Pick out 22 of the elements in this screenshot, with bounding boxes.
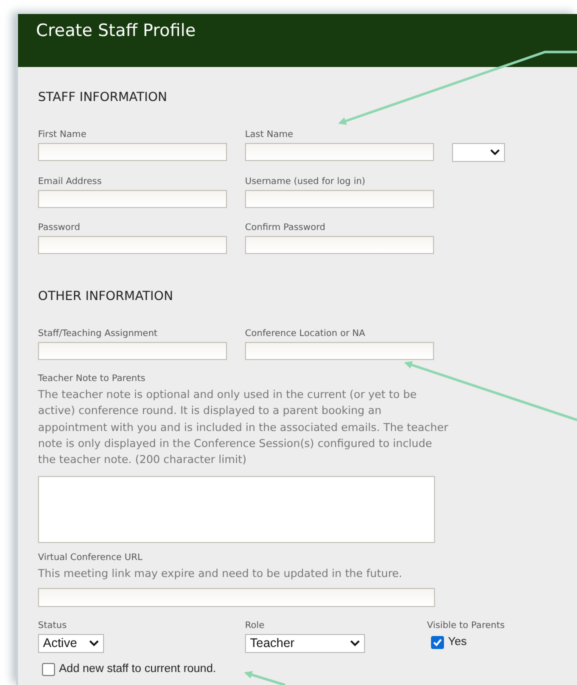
status-select[interactable]: Active xyxy=(38,634,104,653)
field-label: Visible to Parents xyxy=(427,620,505,632)
section-heading: STAFF INFORMATION xyxy=(38,89,168,104)
field-label: Email Address xyxy=(38,177,102,188)
field-label: Virtual Conference URL xyxy=(38,553,142,564)
checkbox-label: Add new staff to current round. xyxy=(59,662,216,677)
field-label: Staff/Teaching Assignment xyxy=(38,329,158,340)
field-label: Username (used for log in) xyxy=(245,177,366,188)
checkbox-label: Yes xyxy=(448,634,467,650)
field-label: Status xyxy=(38,620,67,632)
field-label: Last Name xyxy=(245,130,294,141)
section-heading: OTHER INFORMATION xyxy=(38,288,174,303)
page-title: Create Staff Profile xyxy=(36,21,196,41)
field-label: Role xyxy=(245,620,264,632)
help-text: This meeting link may expire and need to be updated in the future. xyxy=(38,566,404,582)
field-label: Conference Location or NA xyxy=(245,329,366,340)
role-select[interactable]: Teacher xyxy=(245,634,365,653)
field-label: Confirm Password xyxy=(245,223,326,234)
field-label: Teacher Note to Parents xyxy=(38,374,146,385)
help-text: The teacher note is optional and only used in the current (or yet to be active) conference round. It is displayed to a parent booking an appointment with you and is included in the associated emails. The teacher note is only displayed in the Conference Session(s) configured to include the teacher note. (200 character limit) xyxy=(38,387,450,468)
field-label: Password xyxy=(38,223,80,234)
field-label: First Name xyxy=(38,130,86,141)
